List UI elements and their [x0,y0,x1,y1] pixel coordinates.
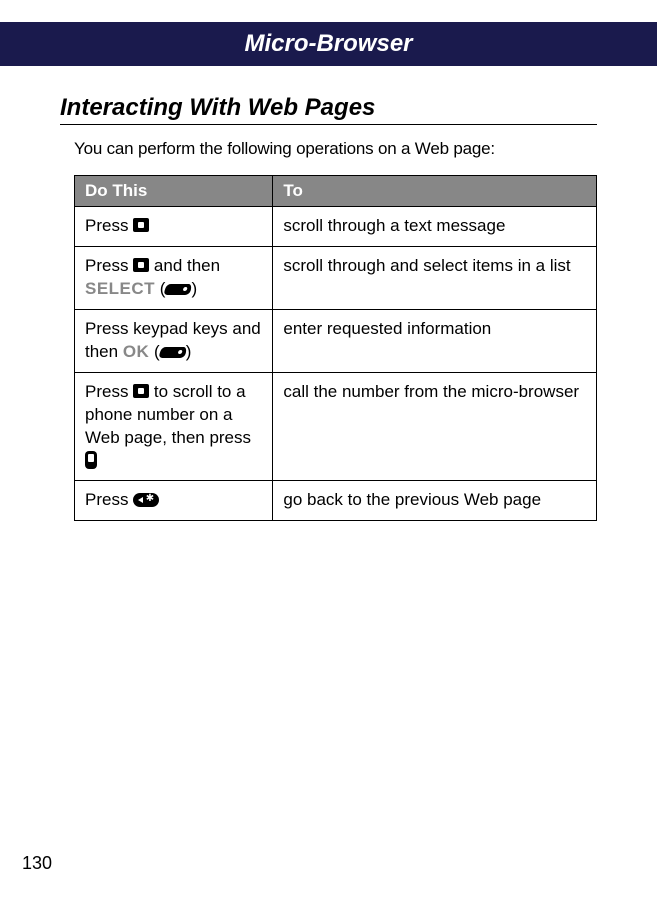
table-row: Press to scroll to a phone number on a W… [75,372,597,481]
call-key-icon [85,451,97,469]
softkey-icon [164,284,194,295]
nav-key-icon [133,384,149,398]
content-area: Interacting With Web Pages You can perfo… [22,94,635,521]
to-cell: go back to the previous Web page [273,481,597,521]
page-header-title: Micro-Browser [244,30,412,57]
text: and then [149,256,220,275]
back-key-icon [133,493,159,507]
table-header-to: To [273,176,597,207]
table-row: Press scroll through a text message [75,207,597,247]
softkey-icon [158,347,188,358]
table-header-do-this: Do This [75,176,273,207]
text: ) [191,279,197,298]
section-heading: Interacting With Web Pages [60,94,597,125]
table-row: Press keypad keys and then OK () enter r… [75,309,597,372]
do-this-cell: Press [75,207,273,247]
to-cell: call the number from the micro-browser [273,372,597,481]
softkey-label: SELECT [85,279,155,298]
to-cell: scroll through and select items in a lis… [273,246,597,309]
operations-table: Do This To Press scroll through a text m… [74,175,597,521]
text: Press [85,256,133,275]
nav-key-icon [133,258,149,272]
text: ( [155,279,165,298]
text: ( [149,342,159,361]
do-this-cell: Press to scroll to a phone number on a W… [75,372,273,481]
softkey-label: OK [123,342,150,361]
do-this-cell: Press [75,481,273,521]
table-row: Press and then SELECT () scroll through … [75,246,597,309]
page-number: 130 [22,853,52,874]
text: Press [85,216,133,235]
intro-text: You can perform the following operations… [74,139,597,159]
text: ) [186,342,192,361]
text: Press [85,490,133,509]
table-row: Press go back to the previous Web page [75,481,597,521]
do-this-cell: Press and then SELECT () [75,246,273,309]
to-cell: scroll through a text message [273,207,597,247]
text: Press [85,382,133,401]
to-cell: enter requested information [273,309,597,372]
nav-key-icon [133,218,149,232]
page-header: Micro-Browser [0,22,657,66]
do-this-cell: Press keypad keys and then OK () [75,309,273,372]
